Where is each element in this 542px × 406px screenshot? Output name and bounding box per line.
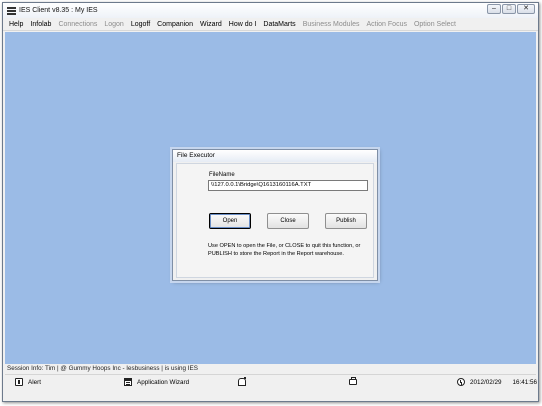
application-wizard-label: Application Wizard xyxy=(137,378,190,386)
menu-infolab[interactable]: Infolab xyxy=(30,21,51,28)
status-date: 2012/02/29 xyxy=(470,378,502,386)
close-button[interactable]: Close xyxy=(267,213,309,229)
menu-how-do-i[interactable]: How do I xyxy=(229,21,257,28)
bell-icon xyxy=(238,377,246,386)
close-window-button[interactable]: ✕ xyxy=(517,4,535,14)
dialog-body: FileName \\127.0.0.1\Bridge\Q1613160116A… xyxy=(176,163,374,278)
application-wizard-button[interactable]: Application Wizard xyxy=(124,378,189,386)
menu-datamarts[interactable]: DataMarts xyxy=(263,21,295,28)
help-text-line-1: Use OPEN to open the File, or CLOSE to q… xyxy=(208,243,361,249)
sync-button[interactable] xyxy=(349,377,362,385)
sync-icon xyxy=(349,377,357,385)
title-bar[interactable]: IES Client v8.35 : My IES – □ ✕ xyxy=(3,3,538,18)
app-icon xyxy=(7,6,16,15)
window-controls: – □ ✕ xyxy=(486,4,535,14)
status-bar: Alert Application Wizard 2012/02/29 16:4… xyxy=(5,374,537,391)
filename-label: FileName xyxy=(209,172,235,178)
minimize-button[interactable]: – xyxy=(487,4,501,14)
menu-bar: Help Infolab Connections Logon Logoff Co… xyxy=(3,18,538,31)
maximize-button[interactable]: □ xyxy=(502,4,516,14)
alert-icon xyxy=(15,378,23,386)
help-text-line-2: PUBLISH to store the Report in the Repor… xyxy=(208,251,344,257)
menu-logon[interactable]: Logon xyxy=(104,21,123,28)
session-info: Session Info: Tim | @ Gummy Hoops Inc - … xyxy=(7,365,198,372)
notify-button[interactable] xyxy=(238,377,251,386)
clock-icon xyxy=(457,378,465,386)
alert-button[interactable]: Alert xyxy=(15,378,41,386)
application-wizard-icon xyxy=(124,378,132,386)
dialog-title[interactable]: File Executor xyxy=(173,150,377,162)
menu-option-select[interactable]: Option Select xyxy=(414,21,456,28)
window-title: IES Client v8.35 : My IES xyxy=(19,7,98,14)
menu-wizard[interactable]: Wizard xyxy=(200,21,222,28)
file-executor-dialog: File Executor FileName \\127.0.0.1\Bridg… xyxy=(172,149,378,281)
menu-help[interactable]: Help xyxy=(9,21,23,28)
publish-button[interactable]: Publish xyxy=(325,213,367,229)
help-text: Use OPEN to open the File, or CLOSE to q… xyxy=(208,242,373,258)
filename-input[interactable]: \\127.0.0.1\Bridge\Q1613160116A.TXT xyxy=(208,180,368,191)
open-button[interactable]: Open xyxy=(209,213,251,229)
alert-label: Alert xyxy=(28,378,41,386)
menu-connections[interactable]: Connections xyxy=(58,21,97,28)
menu-logoff[interactable]: Logoff xyxy=(131,21,150,28)
status-time: 16:41:56 xyxy=(512,378,538,386)
clock-area: 2012/02/29 16:41:56 xyxy=(457,378,537,386)
menu-action-focus[interactable]: Action Focus xyxy=(367,21,407,28)
menu-business-modules[interactable]: Business Modules xyxy=(303,21,360,28)
menu-companion[interactable]: Companion xyxy=(157,21,193,28)
